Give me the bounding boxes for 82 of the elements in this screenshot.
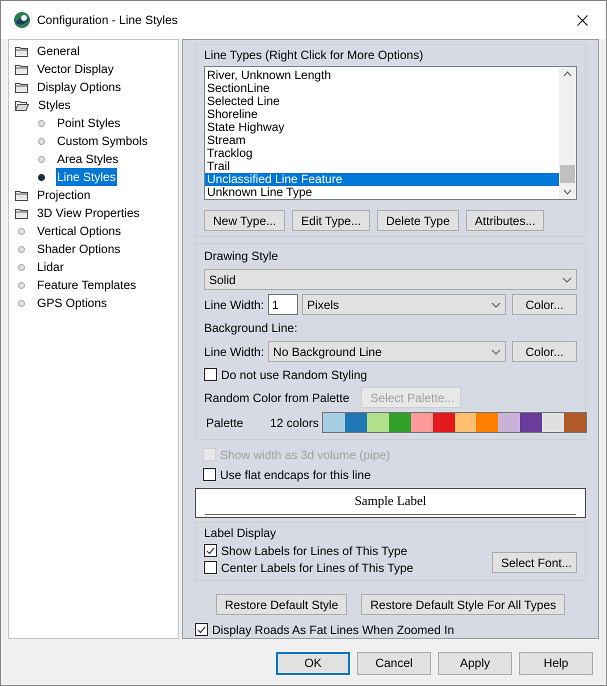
button[interactable]: Attributes... xyxy=(466,210,544,231)
tree-item[interactable]: Display Options xyxy=(36,78,122,96)
dialog-button[interactable]: OK xyxy=(276,652,350,674)
tree-item[interactable]: 3D View Properties xyxy=(36,204,140,222)
folder-icon xyxy=(15,46,28,56)
caret-icon xyxy=(562,276,572,282)
tree-item[interactable]: Vertical Options xyxy=(36,222,122,240)
button[interactable]: Color... xyxy=(512,294,577,315)
tree-item[interactable]: Area Styles xyxy=(56,150,120,168)
list-item[interactable]: Unclassified Line Feature xyxy=(205,173,559,186)
tree-item[interactable]: Styles xyxy=(37,96,72,114)
line-width-field[interactable]: 1 xyxy=(268,294,298,315)
checkbox[interactable] xyxy=(204,368,217,381)
checkbox-label: Center Labels for Lines of This Type xyxy=(221,560,414,576)
checkbox[interactable] xyxy=(203,468,216,481)
list-item[interactable]: Selected Line xyxy=(205,95,559,108)
folder-icon xyxy=(15,208,28,218)
checkbox-label: Use flat endcaps for this line xyxy=(220,466,371,484)
list-item[interactable]: Tracklog xyxy=(205,147,559,160)
caret-icon xyxy=(491,348,501,354)
button[interactable]: Restore Default Style For All Types xyxy=(361,594,566,615)
checkbox-label: Do not use Random Styling xyxy=(221,366,368,384)
checkmark-icon xyxy=(197,626,206,634)
checkbox[interactable] xyxy=(204,561,217,574)
tree-item[interactable]: Line Styles xyxy=(56,168,117,186)
tree-item[interactable]: Lidar xyxy=(36,258,65,276)
tree-item[interactable]: GPS Options xyxy=(36,294,108,312)
field-label: Random Color from Palette xyxy=(204,390,350,406)
folder-icon xyxy=(15,64,28,74)
tree-item[interactable]: General xyxy=(36,42,81,60)
color-count: 12 colors xyxy=(270,414,320,432)
list-item[interactable]: State Highway xyxy=(205,121,559,134)
dropdown[interactable]: No Background Line xyxy=(268,341,506,362)
field-label: Palette xyxy=(205,414,244,432)
tree-item[interactable]: Feature Templates xyxy=(36,276,138,294)
button[interactable]: Select Font... xyxy=(492,552,577,573)
checkbox[interactable] xyxy=(195,623,208,636)
tree-item[interactable]: Shader Options xyxy=(36,240,122,258)
button[interactable]: Restore Default Style xyxy=(216,594,348,615)
list-item[interactable]: Unknown Line Type xyxy=(205,186,559,199)
button[interactable]: New Type... xyxy=(204,210,286,231)
close-icon[interactable] xyxy=(577,14,588,26)
tree-item[interactable]: Projection xyxy=(36,186,92,204)
group-title: Line Types (Right Click for More Options) xyxy=(204,47,424,64)
window-title: Configuration - Line Styles xyxy=(37,12,178,29)
scroll-up-icon[interactable] xyxy=(563,71,572,77)
caret-icon xyxy=(491,302,501,308)
list-item[interactable]: Stream xyxy=(205,134,559,147)
list-item[interactable]: SectionLine xyxy=(205,82,559,95)
list-item[interactable]: River, Unknown Length xyxy=(205,69,559,82)
line-type-list[interactable]: River, Unknown Length SectionLine Selected Line Shoreline State Highway Stream Tracklog Trail Unclassified Line Feature Unknown Line Type xyxy=(204,66,577,200)
group-title: Drawing Style xyxy=(204,248,280,265)
checkbox-label: Show Labels for Lines of This Type xyxy=(221,542,408,560)
dropdown[interactable]: Pixels xyxy=(302,294,506,315)
dialog-button[interactable]: Help xyxy=(519,652,593,674)
list-item[interactable]: Shoreline xyxy=(205,108,559,121)
group-title: Label Display xyxy=(204,525,278,542)
checkmark-icon xyxy=(206,546,215,554)
app-logo-icon xyxy=(13,11,31,29)
button[interactable]: Color... xyxy=(512,341,577,362)
list-item[interactable]: Trail xyxy=(205,160,559,173)
button[interactable]: Edit Type... xyxy=(292,210,370,231)
tree-item[interactable]: Vector Display xyxy=(36,60,115,78)
dropdown[interactable]: Solid xyxy=(204,269,577,290)
checkbox[interactable] xyxy=(204,544,217,557)
scroll-thumb[interactable] xyxy=(560,165,575,183)
field-label: Line Width: xyxy=(204,296,264,314)
scroll-down-icon[interactable] xyxy=(563,189,572,195)
checkbox-label: Display Roads As Fat Lines When Zoomed In xyxy=(212,622,454,638)
field-label: Line Width: xyxy=(204,344,264,360)
sample-label: Sample Label xyxy=(354,492,426,510)
tree-item[interactable]: Point Styles xyxy=(56,114,122,132)
folder-icon xyxy=(15,190,28,200)
group-title: Background Line: xyxy=(204,320,298,337)
open-folder-icon xyxy=(15,100,29,110)
button[interactable]: Delete Type xyxy=(376,210,459,231)
dialog-button[interactable]: Apply xyxy=(438,652,512,674)
scrollbar[interactable] xyxy=(559,67,576,199)
checkbox-label: Show width as 3d volume (pipe) xyxy=(220,446,390,464)
folder-icon xyxy=(15,82,28,92)
tree-item[interactable]: Custom Symbols xyxy=(56,132,149,150)
dialog-button[interactable]: Cancel xyxy=(357,652,431,674)
